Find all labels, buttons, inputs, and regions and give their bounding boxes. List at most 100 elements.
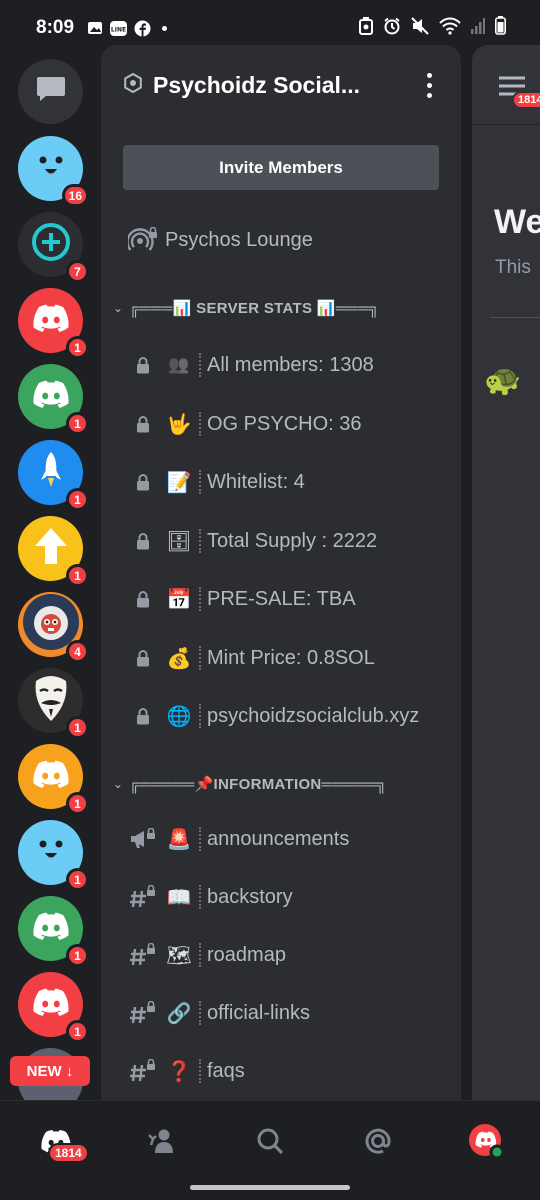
category-information[interactable]: ⌄ ╔═════📌INFORMATION═════╗: [101, 769, 461, 799]
hashtag-locked-icon: [123, 885, 163, 909]
unread-badge: 16: [61, 184, 89, 207]
channel-emoji: 👥: [168, 355, 190, 374]
discord-logo-icon: [32, 380, 69, 413]
server-icon-green-2[interactable]: 1: [18, 896, 89, 967]
server-icon-rocket[interactable]: 1: [18, 440, 89, 511]
search-icon: [256, 1127, 284, 1160]
separator: [199, 529, 201, 553]
channel-label: Psychos Lounge: [165, 228, 313, 251]
server-icon-mask[interactable]: 1: [18, 668, 89, 739]
lock-icon: [123, 532, 163, 550]
alarm-icon: [383, 17, 401, 40]
channel-faqs[interactable]: ❓ faqs: [101, 1049, 461, 1093]
server-icon-avatar[interactable]: 4: [18, 592, 89, 663]
channel-announcements[interactable]: 🚨 announcements: [101, 817, 461, 861]
stage-channel-psychos-lounge[interactable]: Psychos Lounge: [101, 218, 461, 262]
discord-logo-icon: [32, 988, 69, 1021]
server-rail: 16 7 1 1 1 1 4 1 1 1 1 1 NEW ↓: [0, 56, 100, 1100]
smiley-face-icon: [31, 835, 71, 870]
guy-fawkes-mask-icon: [31, 673, 71, 728]
new-servers-pill[interactable]: NEW ↓: [10, 1056, 90, 1086]
hashtag-locked-icon: [123, 943, 163, 967]
hashtag-locked-icon: [123, 1001, 163, 1025]
channel-emoji: 🗄: [166, 530, 192, 553]
nav-profile[interactable]: [466, 1123, 506, 1163]
unread-badge: 4: [66, 640, 89, 663]
voice-channel-pre-sale[interactable]: 📅 PRE-SALE: TBA: [101, 577, 461, 621]
channel-label: Whitelist: 4: [207, 470, 305, 493]
channel-label: psychoidzsocialclub.xyz: [207, 704, 420, 727]
community-server-icon: [123, 72, 143, 98]
more-options-icon[interactable]: [419, 72, 439, 98]
server-header[interactable]: Psychoidz Social...: [101, 45, 461, 125]
voice-channel-all-members[interactable]: 👥 All members: 1308: [101, 343, 461, 387]
voice-channel-website[interactable]: 🌐 psychoidzsocialclub.xyz: [101, 694, 461, 738]
server-icon-face-2[interactable]: 1: [18, 820, 89, 891]
server-icon-face[interactable]: 16: [18, 136, 89, 207]
arrow-up-icon: [33, 526, 69, 571]
voice-channel-total-supply[interactable]: 🗄 Total Supply : 2222: [101, 519, 461, 563]
channel-official-links[interactable]: 🔗 official-links: [101, 991, 461, 1035]
channel-label: faqs: [207, 1059, 245, 1082]
channel-label: roadmap: [207, 943, 286, 966]
nav-friends[interactable]: [142, 1123, 182, 1163]
lock-icon: [123, 356, 163, 374]
unread-badge: 1: [66, 944, 89, 967]
nav-mentions[interactable]: [358, 1123, 398, 1163]
channel-roadmap[interactable]: 🗺 roadmap: [101, 933, 461, 977]
chat-panel-peek[interactable]: 1814 We This 🐢: [472, 45, 540, 1100]
lock-icon: [123, 415, 163, 433]
invite-members-button[interactable]: Invite Members: [123, 145, 439, 190]
nav-search[interactable]: [250, 1123, 290, 1163]
category-label: ╔═════📌INFORMATION═════╗: [129, 776, 388, 793]
welcome-subtext: This: [495, 257, 531, 278]
separator: [199, 1059, 201, 1083]
unread-badge: 1: [66, 868, 89, 891]
channel-label: OG PSYCHO: 36: [207, 412, 362, 435]
chevron-down-icon: ⌄: [112, 301, 124, 315]
server-icon-arrow-up[interactable]: 1: [18, 516, 89, 587]
discord-logo-icon: [32, 304, 69, 337]
gesture-home-bar[interactable]: [190, 1185, 350, 1190]
status-time: 8:09: [36, 17, 75, 38]
unread-badge: 1: [66, 412, 89, 435]
direct-messages-button[interactable]: [18, 59, 83, 124]
server-icon-green-1[interactable]: 1: [18, 364, 89, 435]
chevron-down-icon: ⌄: [112, 777, 124, 791]
battery-saver-icon: [359, 16, 373, 40]
gallery-icon: [86, 20, 103, 37]
server-icon-red-2[interactable]: 1: [18, 972, 89, 1043]
channel-panel: Psychoidz Social... Invite Members Psych…: [101, 45, 461, 1100]
signal-icon: [471, 17, 485, 39]
at-sign-icon: [363, 1126, 393, 1161]
chat-header: 1814: [472, 45, 540, 125]
nav-home[interactable]: 1814: [36, 1123, 89, 1163]
channel-emoji: 🚨: [166, 828, 192, 851]
server-icon-plus[interactable]: 7: [18, 212, 89, 283]
voice-channel-og-psycho[interactable]: 🤟 OG PSYCHO: 36: [101, 402, 461, 446]
lock-icon: [123, 590, 163, 608]
channel-emoji: 🤟: [166, 413, 192, 436]
channel-label: All members: 1308: [207, 353, 374, 376]
server-icon-orange[interactable]: 1: [18, 744, 89, 815]
channel-backstory[interactable]: 📖 backstory: [101, 875, 461, 919]
line-app-icon: LINE: [110, 20, 128, 37]
server-name: Psychoidz Social...: [153, 71, 361, 98]
voice-channel-mint-price[interactable]: 💰 Mint Price: 0.8SOL: [101, 636, 461, 680]
separator: [199, 587, 201, 611]
voice-channel-whitelist[interactable]: 📝 Whitelist: 4: [101, 460, 461, 504]
unread-badge: 1: [66, 1020, 89, 1043]
channel-label: backstory: [207, 885, 293, 908]
unread-badge: 1: [66, 488, 89, 511]
server-icon-red-1[interactable]: 1: [18, 288, 89, 359]
notification-dot: [162, 25, 168, 31]
channel-emoji: ❓: [166, 1060, 192, 1083]
chat-bubble-icon: [36, 75, 66, 108]
home-unread-badge: 1814: [48, 1143, 89, 1163]
separator: [199, 1001, 201, 1025]
channel-emoji: 🗺: [166, 944, 192, 967]
category-server-stats[interactable]: ⌄ ╔═══📊 SERVER STATS 📊═══╗: [101, 293, 461, 323]
separator: [199, 943, 201, 967]
separator: [199, 646, 201, 670]
welcome-heading: We: [494, 203, 540, 241]
